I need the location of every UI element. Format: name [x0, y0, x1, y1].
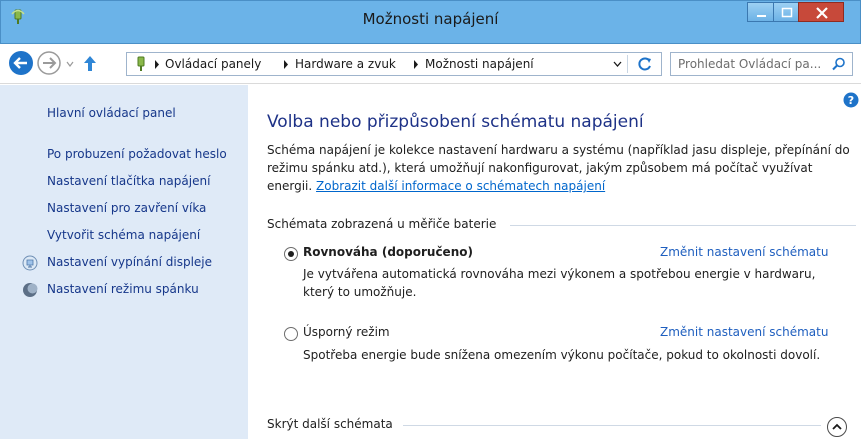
section-divider: [510, 225, 856, 226]
minimize-icon: [757, 15, 766, 17]
sidebar-home-link[interactable]: Hlavní ovládací panel: [47, 106, 176, 120]
plan-balanced-change-link[interactable]: Změnit nastavení schématu: [660, 245, 828, 259]
sidebar: Hlavní ovládací panel Po probuzení požad…: [0, 85, 248, 439]
section-label-battery-plans: Schémata zobrazená u měřiče baterie: [267, 217, 497, 231]
search-box[interactable]: Prohledat Ovládací pa...: [670, 52, 853, 76]
plan-balanced-radio[interactable]: [284, 247, 298, 261]
sidebar-item-lid-close[interactable]: Nastavení pro zavření víka: [47, 201, 206, 215]
plan-power-saver-change-link[interactable]: Změnit nastavení schématu: [660, 325, 828, 339]
plan-power-saver-radio[interactable]: [284, 327, 298, 341]
search-icon[interactable]: [832, 57, 846, 71]
page-description: Schéma napájení je kolekce nastavení har…: [267, 141, 855, 195]
sidebar-item-power-button[interactable]: Nastavení tlačítka napájení: [47, 174, 210, 188]
sleep-moon-icon: [23, 283, 38, 297]
plan-power-saver-description: Spotřeba energie bude snížena omezením v…: [303, 348, 821, 362]
search-placeholder[interactable]: Prohledat Ovládací pa...: [678, 57, 821, 71]
hide-more-plans-label[interactable]: Skrýt další schémata: [267, 417, 393, 431]
recent-locations-chevron-icon[interactable]: [66, 60, 74, 68]
sidebar-item-require-password[interactable]: Po probuzení požadovat heslo: [47, 147, 227, 161]
breadcrumb-control-panels[interactable]: Ovládací panely: [165, 57, 261, 71]
up-arrow-icon[interactable]: [82, 54, 98, 72]
address-divider: [627, 55, 628, 73]
window-title: Možnosti napájení: [362, 10, 499, 28]
breadcrumb-separator-icon[interactable]: [413, 60, 419, 69]
control-panel-icon: [137, 56, 145, 71]
forward-button[interactable]: [36, 50, 62, 76]
address-dropdown-chevron-icon[interactable]: [613, 61, 622, 68]
close-icon: [816, 7, 828, 19]
navigation-bar: Ovládací panely Hardware a zvuk Možnosti…: [0, 44, 861, 84]
breadcrumb-separator-icon[interactable]: [154, 60, 160, 69]
maximize-button[interactable]: [773, 2, 799, 22]
more-info-link[interactable]: Zobrazit další informace o schématech na…: [316, 179, 605, 193]
plan-balanced-description: Je vytvářena automatická rovnováha mezi …: [303, 267, 816, 299]
close-button[interactable]: [798, 2, 844, 22]
sidebar-item-sleep[interactable]: Nastavení režimu spánku: [47, 282, 199, 296]
sidebar-item-display-off[interactable]: Nastavení vypínání displeje: [47, 255, 212, 269]
address-bar[interactable]: Ovládací panely Hardware a zvuk Možnosti…: [126, 52, 662, 76]
help-icon[interactable]: ?: [843, 92, 859, 108]
section-divider: [403, 425, 821, 426]
svg-text:?: ?: [848, 94, 854, 107]
main-content: ? Volba nebo přizpůsobení schématu napáj…: [248, 85, 861, 439]
minimize-button[interactable]: [747, 2, 774, 22]
collapse-button[interactable]: [827, 417, 847, 437]
sidebar-item-create-plan[interactable]: Vytvořit schéma napájení: [47, 228, 200, 242]
breadcrumb-separator-icon[interactable]: [283, 60, 289, 69]
display-icon: [22, 255, 38, 271]
maximize-icon: [781, 7, 793, 18]
plan-power-saver-name[interactable]: Úsporný režim: [303, 325, 390, 339]
chevron-up-icon: [832, 423, 842, 430]
plan-balanced-name[interactable]: Rovnováha (doporučeno): [303, 245, 473, 259]
back-button[interactable]: [8, 50, 34, 76]
breadcrumb-hardware-sound[interactable]: Hardware a zvuk: [295, 57, 396, 71]
page-title: Volba nebo přizpůsobení schématu napájen…: [267, 112, 644, 132]
title-bar: Možnosti napájení: [0, 0, 861, 44]
breadcrumb-power-options[interactable]: Možnosti napájení: [425, 57, 534, 71]
refresh-icon[interactable]: [637, 56, 653, 72]
